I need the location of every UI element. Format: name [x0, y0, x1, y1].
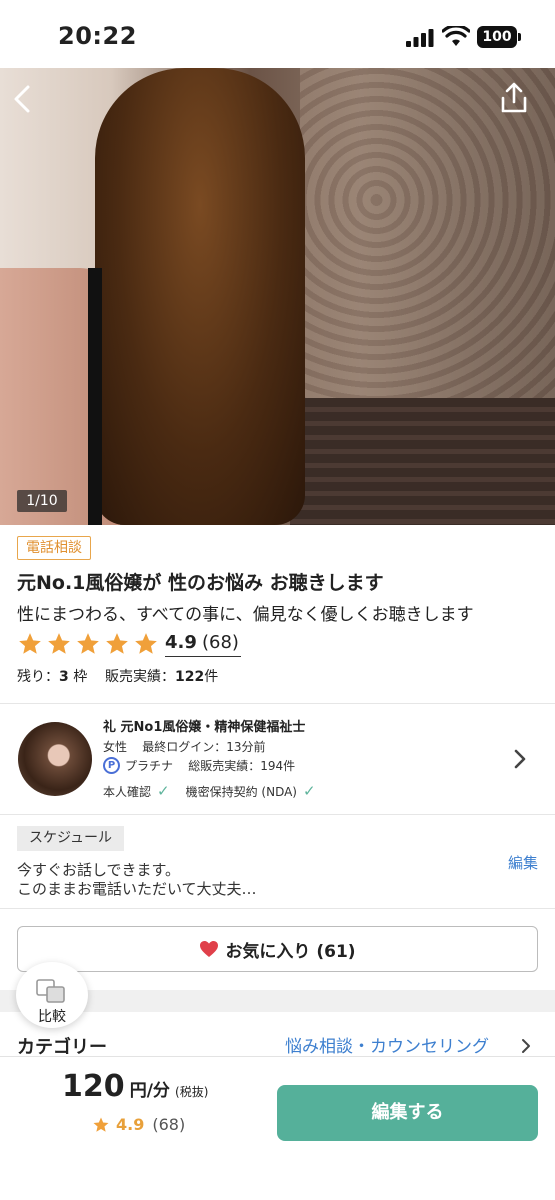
- star-icon: [106, 633, 128, 654]
- price-unit: 円/分: [129, 1081, 170, 1101]
- divider: [0, 908, 555, 909]
- platinum-badge-icon: P: [103, 757, 120, 774]
- seller-card[interactable]: 礼 元No1風俗嬢・精神保健福祉士 女性 最終ログイン：13分前 P プラチナ …: [0, 704, 555, 814]
- status-bar: 20:22 100: [0, 0, 555, 68]
- bottom-rating-value: 4.9: [116, 1115, 145, 1134]
- price-tax: (税抜): [175, 1085, 209, 1099]
- star-icon: [19, 633, 41, 654]
- star-icon: [48, 633, 70, 654]
- compare-button[interactable]: 比較: [16, 962, 88, 1028]
- heart-icon: [200, 941, 219, 957]
- schedule-label: スケジュール: [17, 826, 125, 851]
- seller-rank-row: P プラチナ 総販売実績：194件: [103, 757, 295, 774]
- avatar[interactable]: [18, 722, 92, 796]
- battery-tip: [518, 33, 521, 41]
- star-icon: [93, 1117, 109, 1132]
- remaining-label: 残り：: [17, 669, 59, 685]
- price: 120 円/分 (税抜): [62, 1069, 208, 1104]
- rating-underline: [165, 656, 241, 657]
- divider: [0, 814, 555, 815]
- bottom-rating-count: (68): [152, 1115, 186, 1134]
- rating-count[interactable]: (68): [202, 632, 239, 653]
- seller-name: 礼 元No1風俗嬢・精神保健福祉士: [103, 720, 306, 735]
- schedule-text: 今すぐお話しできます。 このままお電話いただいて大丈夫…: [17, 861, 257, 898]
- cellular-signal-icon: [406, 29, 434, 47]
- favorite-label: お気に入り (61): [225, 941, 356, 962]
- seller-last-login: 最終ログイン：13分前: [142, 740, 266, 754]
- star-rating: [17, 630, 162, 658]
- bottom-rating: 4.9 (68): [92, 1115, 185, 1134]
- check-icon: ✓: [157, 782, 170, 800]
- seller-gender: 女性: [103, 740, 128, 754]
- favorite-button[interactable]: お気に入り (61): [17, 926, 538, 972]
- price-value: 120: [62, 1069, 125, 1104]
- bottom-bar: 120 円/分 (税抜) 4.9 (68) 編集する: [0, 1056, 555, 1200]
- image-counter: 1/10: [17, 490, 67, 512]
- wifi-icon: [442, 26, 470, 46]
- rating-value[interactable]: 4.9: [165, 632, 197, 653]
- verified-nda: 機密保持契約 (NDA): [185, 784, 297, 799]
- star-icon: [77, 633, 99, 654]
- remaining-unit: 枠: [73, 669, 88, 685]
- seller-rank: プラチナ: [125, 759, 174, 773]
- sales-label: 販売実績：: [105, 669, 176, 685]
- chevron-right-icon[interactable]: [520, 1038, 532, 1054]
- seller-total-sales: 総販売実績：194件: [188, 759, 296, 773]
- verified-identity: 本人確認: [103, 784, 152, 799]
- stock-info: 残り：3 枠 販売実績：122件: [17, 666, 218, 686]
- star-icon: [135, 633, 157, 654]
- category-tag: 電話相談: [17, 536, 91, 560]
- schedule-edit-link[interactable]: 編集: [508, 852, 538, 873]
- listing-subtitle: 性にまつわる、すべての事に、偏見なく優しくお聴きします: [17, 605, 474, 625]
- hero-blind: [290, 398, 555, 525]
- chevron-right-icon[interactable]: [510, 746, 530, 772]
- back-arrow-icon[interactable]: [8, 84, 38, 114]
- seller-verification-row: 本人確認 ✓ 機密保持契約 (NDA) ✓: [103, 782, 332, 800]
- hero-wallpaper: [300, 68, 555, 398]
- remaining-value: 3: [59, 669, 69, 685]
- hero-image[interactable]: 1/10: [0, 68, 555, 525]
- status-time: 20:22: [58, 22, 137, 50]
- share-icon[interactable]: [498, 82, 530, 114]
- listing-title: 元No.1風俗嬢が 性のお悩み お聴きします: [17, 572, 384, 594]
- category-link[interactable]: 悩み相談・カウンセリング: [285, 1032, 489, 1057]
- sales-value: 122: [175, 669, 205, 685]
- compare-icon: [36, 979, 65, 1003]
- battery-icon: 100: [477, 26, 517, 48]
- hero-hair: [95, 68, 305, 525]
- seller-meta: 女性 最終ログイン：13分前: [103, 738, 266, 755]
- hero-strap: [88, 268, 102, 525]
- sales-unit: 件: [204, 669, 219, 685]
- compare-label: 比較: [38, 1009, 66, 1025]
- edit-listing-button[interactable]: 編集する: [277, 1085, 538, 1141]
- check-icon: ✓: [303, 782, 316, 800]
